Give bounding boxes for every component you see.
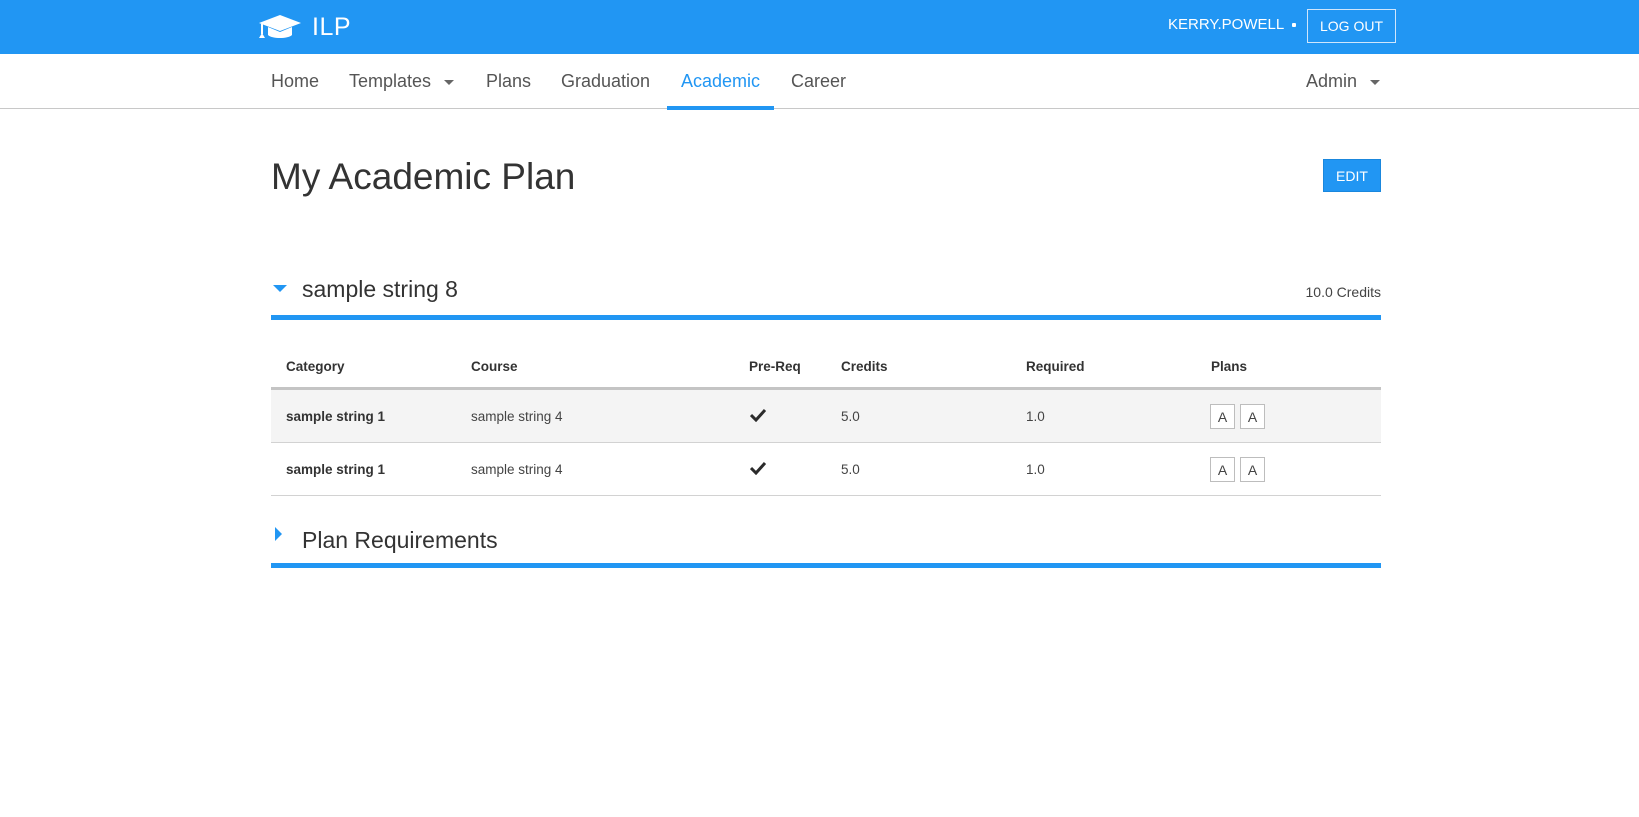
- brand[interactable]: ILP: [258, 9, 351, 45]
- checkmark-icon: [750, 461, 766, 475]
- column-header-category[interactable]: Category: [286, 359, 345, 374]
- courses-table: Category Course Pre-Req Credits Required…: [271, 340, 1381, 496]
- section-header[interactable]: Plan Requirements: [271, 519, 1381, 568]
- section-header[interactable]: sample string 8 10.0 Credits: [271, 270, 1381, 320]
- nav-plans[interactable]: Plans: [486, 54, 531, 109]
- column-header-plans[interactable]: Plans: [1211, 359, 1247, 374]
- plan-badge[interactable]: A: [1210, 404, 1235, 429]
- collapse-triangle-icon[interactable]: [273, 285, 287, 292]
- section-plan-requirements: Plan Requirements: [271, 519, 1381, 568]
- checkmark-icon: [750, 408, 766, 422]
- nav-academic-label: Academic: [681, 71, 761, 91]
- nav-graduation[interactable]: Graduation: [561, 54, 650, 109]
- nav-graduation-label: Graduation: [561, 71, 651, 91]
- cell-required: 1.0: [1026, 462, 1045, 477]
- user-menu[interactable]: KERRY.POWELL: [1168, 16, 1297, 33]
- logout-button[interactable]: LOG OUT: [1307, 9, 1396, 43]
- column-header-prereq[interactable]: Pre-Req: [749, 359, 801, 374]
- username: KERRY.POWELL: [1168, 16, 1285, 33]
- column-header-required[interactable]: Required: [1026, 359, 1085, 374]
- cell-course: sample string 4: [471, 409, 563, 424]
- caret-down-icon: [444, 80, 455, 85]
- nav-plans-label: Plans: [486, 71, 532, 91]
- user-dropdown-icon: [1292, 23, 1297, 27]
- nav-career-label: Career: [791, 71, 847, 91]
- nav-academic[interactable]: Academic: [666, 54, 775, 110]
- graduation-cap-icon: [259, 15, 301, 38]
- section-title: sample string 8: [302, 276, 458, 302]
- expand-triangle-icon[interactable]: [275, 527, 282, 541]
- nav-home-label: Home: [271, 71, 320, 91]
- section-title: Plan Requirements: [302, 527, 498, 553]
- cell-course: sample string 4: [471, 462, 563, 477]
- column-header-course[interactable]: Course: [471, 359, 518, 374]
- nav-admin-label: Admin: [1306, 71, 1358, 91]
- nav-career[interactable]: Career: [791, 54, 846, 109]
- plan-badge[interactable]: A: [1240, 457, 1265, 482]
- nav-templates-label: Templates: [349, 71, 432, 91]
- nav-templates[interactable]: Templates: [349, 54, 455, 109]
- plan-badge[interactable]: A: [1240, 404, 1265, 429]
- section-course-group: sample string 8 10.0 Credits: [271, 270, 1381, 320]
- table-row[interactable]: sample string 1 sample string 4 5.0 1.0 …: [271, 390, 1381, 443]
- plan-badge[interactable]: A: [1210, 457, 1235, 482]
- nav-admin[interactable]: Admin: [1306, 54, 1381, 109]
- top-bar: ILP KERRY.POWELL LOG OUT: [0, 0, 1639, 54]
- section-credits: 10.0 Credits: [1305, 284, 1381, 300]
- cell-credits: 5.0: [841, 409, 860, 424]
- page-title: My Academic Plan: [271, 156, 576, 197]
- table-header: Category Course Pre-Req Credits Required…: [271, 340, 1381, 390]
- cell-credits: 5.0: [841, 462, 860, 477]
- cell-category: sample string 1: [286, 409, 386, 424]
- app-name: ILP: [312, 12, 352, 41]
- main-nav: Home Templates Plans Graduation Academic…: [0, 54, 1639, 110]
- table-row[interactable]: sample string 1 sample string 4 5.0 1.0 …: [271, 443, 1381, 496]
- edit-button[interactable]: EDIT: [1323, 159, 1381, 192]
- column-header-credits[interactable]: Credits: [841, 359, 888, 374]
- caret-down-icon: [1370, 80, 1381, 85]
- cell-category: sample string 1: [286, 462, 386, 477]
- cell-required: 1.0: [1026, 409, 1045, 424]
- nav-home[interactable]: Home: [271, 54, 319, 109]
